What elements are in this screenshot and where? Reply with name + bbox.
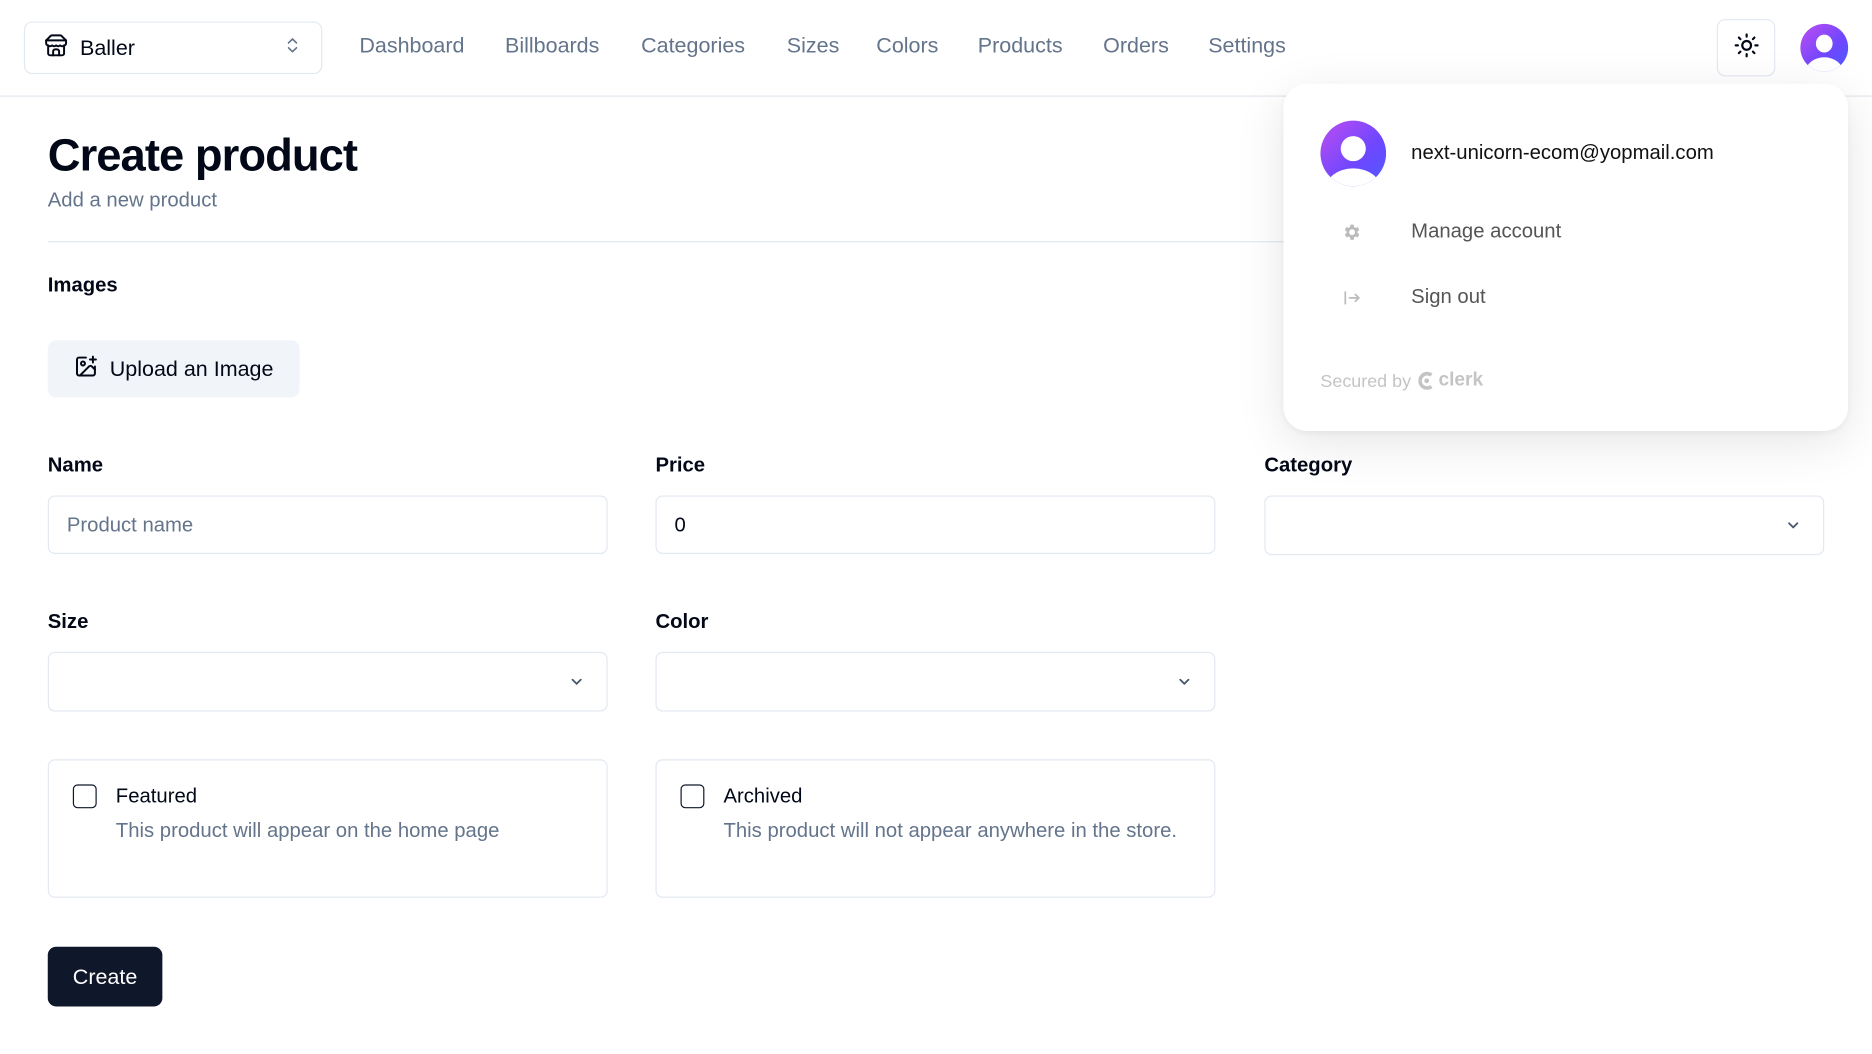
store-switcher[interactable]: Baller [23,21,323,75]
chevron-down-icon [1785,517,1802,540]
chevron-down-icon [568,673,585,696]
chevron-down-icon [1176,673,1193,696]
upload-image-label: Upload an Image [109,356,274,381]
images-label: Images [47,273,118,297]
page-title: Create product [47,131,358,182]
archived-title: Archived [723,784,803,808]
store-name: Baller [79,35,135,60]
name-input[interactable] [47,495,608,554]
archived-card: Archived This product will not appear an… [655,759,1216,898]
secured-by-footer: Secured by clerk [1320,370,1483,391]
nav-colors[interactable]: Colors [876,33,938,58]
gear-icon [1320,221,1411,241]
user-email: next-unicorn-ecom@yopmail.com [1411,140,1714,164]
featured-title: Featured [115,784,198,808]
nav-dashboard[interactable]: Dashboard [359,33,464,58]
manage-account-item[interactable]: Manage account [1320,208,1821,256]
sun-icon [1733,32,1759,64]
featured-description: This product will appear on the home pag… [115,819,500,842]
featured-checkbox[interactable] [72,784,97,809]
create-button[interactable]: Create [47,946,163,1007]
clerk-logo[interactable]: clerk [1418,370,1483,391]
user-avatar-button[interactable] [1800,23,1849,72]
nav-orders[interactable]: Orders [1103,33,1169,58]
sign-out-item[interactable]: Sign out [1320,273,1821,321]
category-select[interactable] [1264,495,1825,556]
nav-products[interactable]: Products [978,33,1063,58]
image-plus-icon [74,354,98,384]
archived-checkbox[interactable] [680,784,705,809]
theme-toggle-button[interactable] [1716,19,1776,77]
size-label: Size [47,610,89,633]
page-subtitle: Add a new product [47,188,218,212]
top-navbar: Baller Dashboard Billboards Categories S… [0,0,1872,97]
nav-sizes[interactable]: Sizes [787,33,840,58]
clerk-brand: clerk [1438,370,1484,391]
chevrons-up-down-icon [283,34,302,61]
store-icon [44,33,68,63]
nav-categories[interactable]: Categories [641,33,745,58]
manage-account-label: Manage account [1411,219,1562,243]
nav-settings[interactable]: Settings [1208,33,1286,58]
size-select[interactable] [47,651,608,712]
category-label: Category [1264,453,1353,477]
sign-out-icon [1320,287,1411,307]
sign-out-label: Sign out [1411,285,1486,309]
price-label: Price [655,453,706,477]
color-select[interactable] [655,651,1216,712]
color-label: Color [655,610,709,633]
price-input[interactable] [655,495,1216,554]
archived-description: This product will not appear anywhere in… [723,819,1178,842]
upload-image-button[interactable]: Upload an Image [47,340,300,398]
nav-billboards[interactable]: Billboards [505,33,599,58]
user-avatar [1320,120,1387,187]
secured-by-text: Secured by [1320,370,1412,391]
name-label: Name [47,453,104,477]
user-menu-popover: next-unicorn-ecom@yopmail.com Manage acc… [1283,83,1849,431]
featured-card: Featured This product will appear on the… [47,759,608,898]
